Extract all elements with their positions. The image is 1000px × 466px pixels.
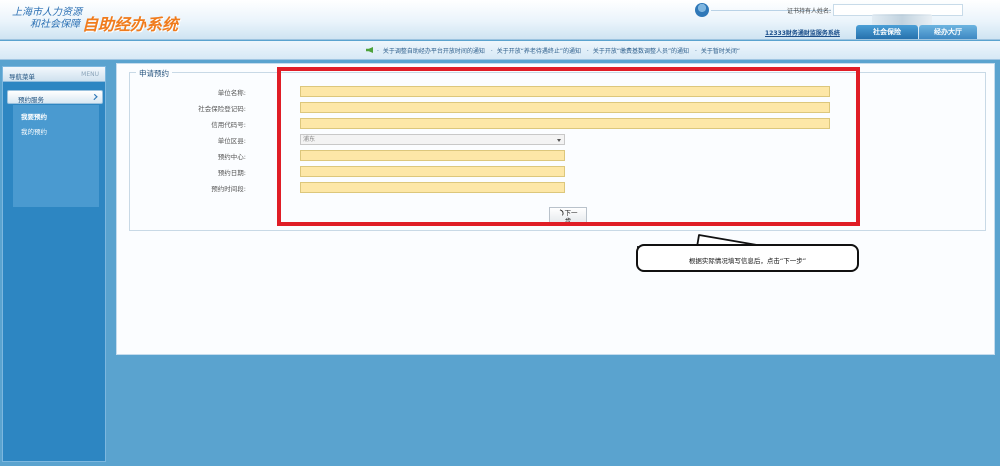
- org-logo: 上海市人力资源 和社会保障: [12, 7, 82, 31]
- notice-item[interactable]: 关于调整自助经办平台开放时间的通知: [383, 48, 485, 55]
- link-12333-system[interactable]: 12333财务通财监服务系统: [765, 28, 840, 37]
- form-legend: 申请预约: [136, 68, 172, 79]
- sidebar-item-my-appointments[interactable]: 我的预约: [21, 126, 47, 136]
- tab-service-hall[interactable]: 经办大厅: [919, 25, 977, 39]
- notice-marquee: · 关于调整自助经办平台开放时间的通知 · 关于开放“养老待遇终止”的通知 · 关于开…: [377, 48, 741, 55]
- notice-item[interactable]: 关于开放“养老待遇终止”的通知: [497, 48, 581, 55]
- sidebar-group-label: 预约服务: [18, 96, 44, 104]
- sidebar-title: 导航菜单: [9, 73, 35, 81]
- notice-bar: · 关于调整自助经办平台开放时间的通知 · 关于开放“养老待遇终止”的通知 · 关于开…: [0, 41, 1000, 60]
- user-icon: [695, 3, 709, 17]
- field-label-date: 预约日期:: [217, 169, 246, 177]
- sidebar-item-make-appointment[interactable]: 我要预约: [21, 111, 47, 121]
- highlight-frame: [277, 67, 860, 226]
- chevron-right-icon: [91, 93, 98, 101]
- sidebar-group-appointment[interactable]: 预约服务: [7, 90, 103, 104]
- callout-text: 根据实际情况填写信息后，点击“下一步”: [688, 257, 807, 265]
- field-label-center: 预约中心:: [217, 153, 246, 161]
- notice-item[interactable]: 关于开放“缴费基数调整人员”的通知: [593, 48, 689, 55]
- field-label-district: 单位区县:: [217, 137, 246, 145]
- system-title: 自助经办系统: [82, 15, 179, 34]
- field-label-company-name: 单位名称:: [217, 89, 246, 97]
- content-footer-area: [116, 356, 995, 462]
- user-label: 证书持有人姓名:: [787, 8, 832, 15]
- tab-social-insurance[interactable]: 社会保险: [856, 25, 918, 39]
- org-name-line1: 上海市人力资源: [12, 7, 82, 18]
- org-name-line2: 和社会保障: [30, 19, 80, 30]
- sidebar-header: 导航菜单 MENU: [3, 67, 105, 82]
- sidebar-menu-label: MENU: [81, 71, 99, 78]
- header-bar: 上海市人力资源 和社会保障 自助经办系统 证书持有人姓名: 12333财务通财监…: [0, 0, 1000, 40]
- notice-item[interactable]: 关于暂时关闭“: [701, 48, 740, 55]
- speaker-icon: [366, 47, 373, 53]
- sidebar: 导航菜单 MENU 预约服务 我要预约 我的预约: [2, 66, 106, 462]
- field-label-credit-code: 信用代码号:: [211, 121, 246, 129]
- sidebar-submenu: 我要预约 我的预约: [13, 105, 99, 207]
- field-label-social-insurance-code: 社会保险登记码:: [198, 105, 246, 113]
- callout-bubble: 根据实际情况填写信息后，点击“下一步”: [636, 244, 859, 272]
- field-label-time-slot: 预约时间段:: [211, 185, 246, 193]
